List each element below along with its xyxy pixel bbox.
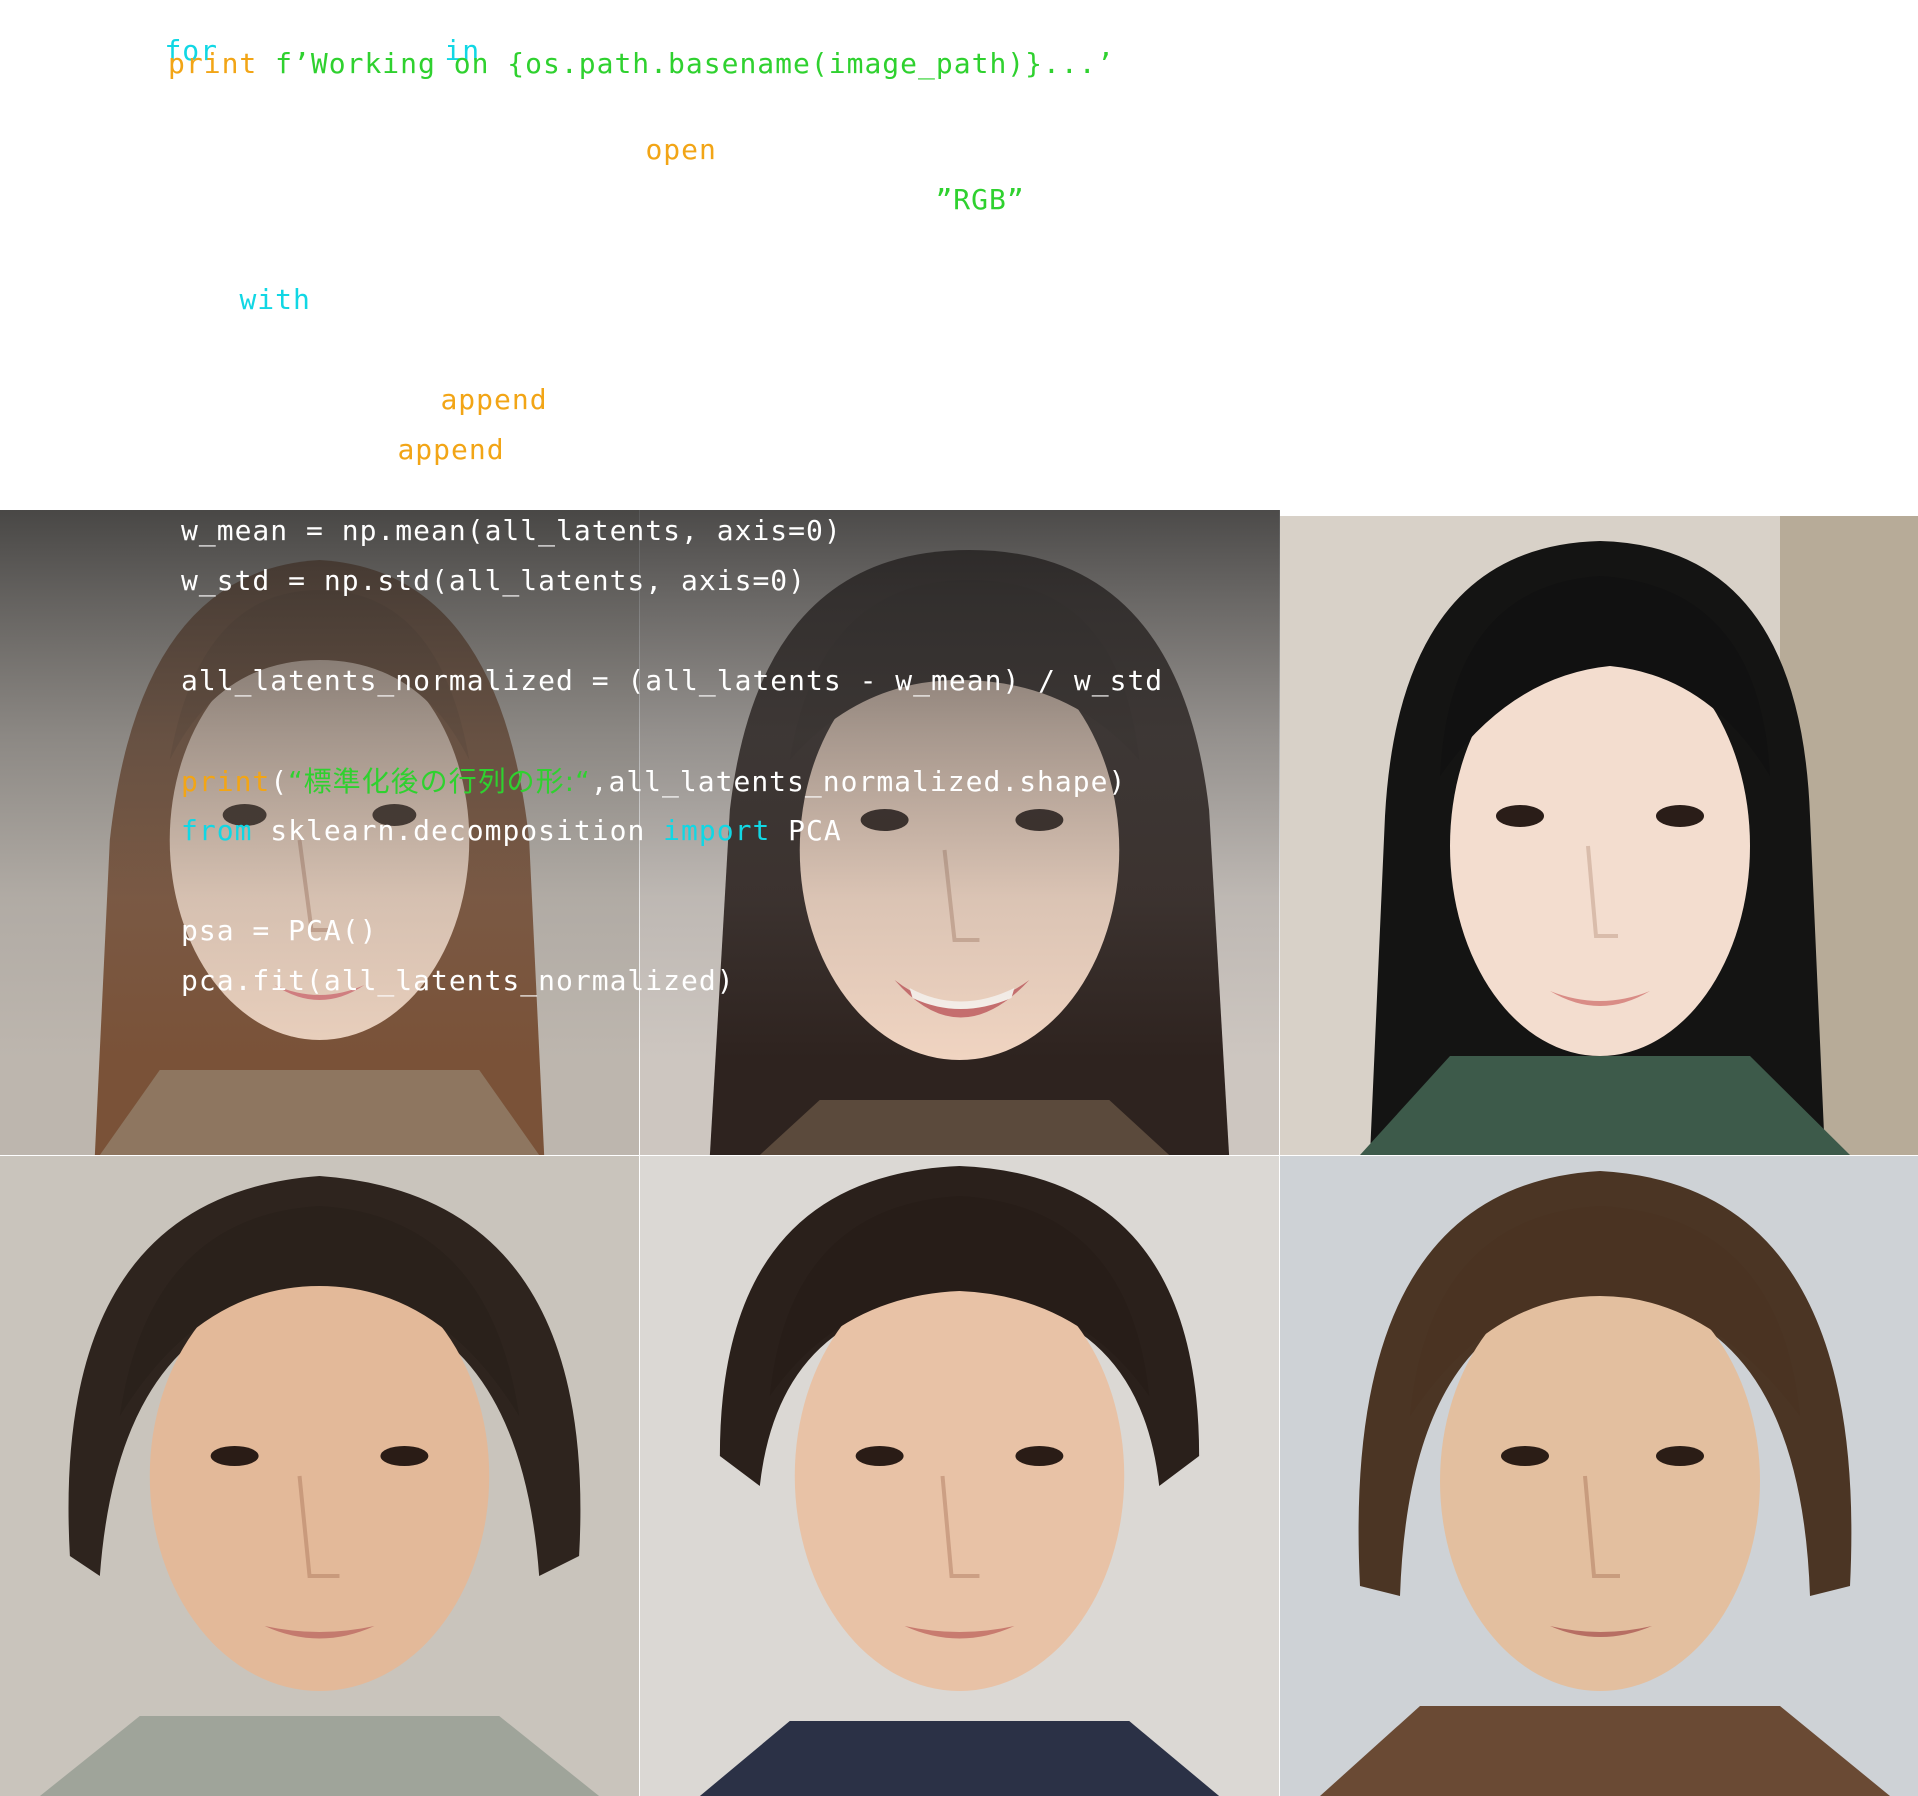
code-line-7: append [326,396,505,504]
keyword-from: from [181,814,253,847]
code-line-12: from sklearn.decomposition import PCA [181,813,842,849]
face-image-grid [0,510,1918,1796]
code-line-13: psa = PCA() [181,914,378,947]
keyword-import: import [663,814,771,847]
method-append: append [397,433,505,466]
code-line-14: pca.fit(all_latents_normalized) [181,964,735,997]
face-photo-4 [0,1156,639,1796]
string-literal-jp: “標準化後の行列の形:“ [288,765,591,798]
string-literal: f’Working on {os.path.basename(image_pat… [275,47,1115,80]
code-line-10: all_latents_normalized = (all_latents - … [181,664,1164,697]
face-photo-5 [640,1156,1279,1796]
code-line-5: with [168,246,311,354]
import-name: PCA [770,814,842,847]
face-photo-3 [1280,516,1918,1155]
code-line-9: w_std = np.std(all_latents, axis=0) [181,564,807,597]
code-line-2: print f’Working on {os.path.basename(ima… [168,46,1114,82]
print-args: ,all_latents_normalized.shape) [590,765,1127,798]
builtin-open: open [645,133,717,166]
code-line-8: w_mean = np.mean(all_latents, axis=0) [181,514,842,547]
paren-open: ( [270,765,289,798]
face-photo-6 [1280,1156,1918,1796]
string-rgb: ”RGB” [935,183,1025,216]
code-line-11: print(“標準化後の行列の形:“,all_latents_normalize… [181,764,1126,800]
builtin-print: print [168,47,258,80]
module-name: sklearn.decomposition [252,814,664,847]
code-line-4: ”RGB” [864,146,1025,254]
keyword-with: with [239,283,311,316]
builtin-print: print [181,765,271,798]
code-line-3: open [574,96,717,204]
